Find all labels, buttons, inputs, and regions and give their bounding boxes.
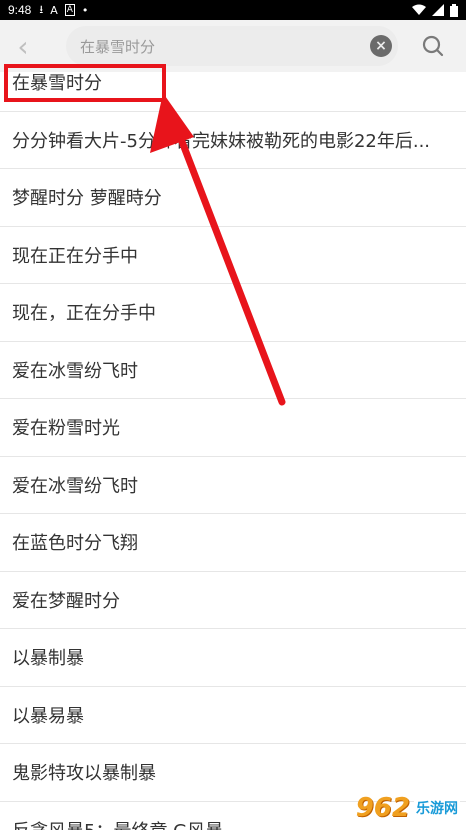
- list-item[interactable]: 分分钟看大片-5分钟看完妹妹被勒死的电影22年后...: [0, 112, 466, 169]
- download-icon: ⭳: [39, 2, 44, 16]
- list-item[interactable]: 以暴易暴: [0, 687, 466, 744]
- highlight-annotation-box: [4, 64, 166, 102]
- watermark: 962 乐游网: [340, 788, 460, 828]
- status-time: 9:48: [8, 3, 32, 17]
- list-item[interactable]: 爱在粉雪时光: [0, 399, 466, 457]
- watermark-logo: 962: [355, 793, 410, 823]
- a-icon: A: [50, 3, 58, 17]
- list-item[interactable]: 梦醒时分 萝醒時分: [0, 169, 466, 227]
- list-item[interactable]: 爱在冰雪纷飞时: [0, 457, 466, 514]
- list-item[interactable]: 现在正在分手中: [0, 227, 466, 284]
- notification-dot: •: [81, 3, 89, 17]
- list-item[interactable]: 以暴制暴: [0, 629, 466, 687]
- list-item[interactable]: 爱在梦醒时分: [0, 572, 466, 629]
- status-bar: 9:48 ⭳ A A •: [0, 0, 466, 20]
- search-input[interactable]: [80, 37, 350, 55]
- battery-icon: [450, 3, 458, 17]
- wifi-icon: [412, 4, 426, 15]
- search-results-list: 在暴雪时分 分分钟看大片-5分钟看完妹妹被勒死的电影22年后... 梦醒时分 萝…: [0, 54, 466, 830]
- list-item[interactable]: 爱在冰雪纷飞时: [0, 342, 466, 399]
- list-item[interactable]: 在蓝色时分飞翔: [0, 514, 466, 572]
- status-right-icons: [412, 3, 458, 17]
- signal-icon: [432, 4, 444, 16]
- a-box-icon: A: [64, 4, 75, 16]
- watermark-text: 乐游网: [414, 798, 460, 818]
- list-item[interactable]: 现在，正在分手中: [0, 284, 466, 342]
